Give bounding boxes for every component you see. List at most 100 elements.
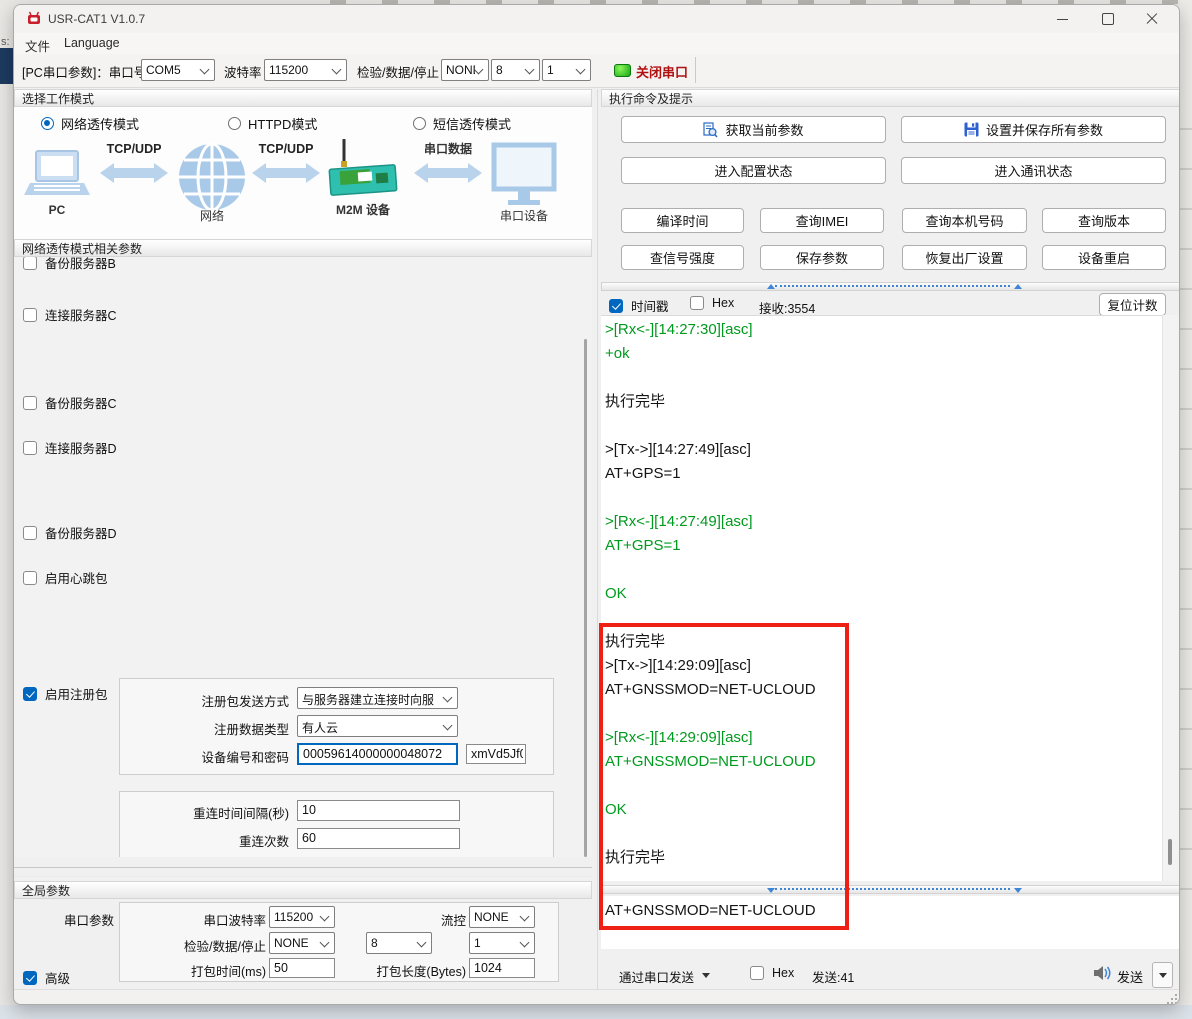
menu-language[interactable]: Language [64, 36, 120, 50]
checkbox-label: Hex [712, 296, 734, 310]
log-line: >[Rx<-][14:27:49][asc] [605, 510, 816, 534]
checkbox-label: 启用注册包 [45, 684, 108, 703]
log-scrollbar-track[interactable] [1162, 315, 1179, 881]
com-port-select[interactable]: COM5 [141, 59, 215, 81]
reconnect-interval-input[interactable]: 10 [297, 800, 460, 821]
checkbox-label: 备份服务器C [45, 393, 117, 412]
pack-time-value: 50 [274, 961, 288, 975]
device-id-input[interactable]: 00059614000000048072 [297, 743, 458, 765]
stopbits-value: 1 [547, 63, 575, 77]
serial-params-label: 串口参数 [34, 910, 114, 929]
send-via-dropdown[interactable]: 通过串口发送 [619, 967, 694, 986]
splitter-handle[interactable] [775, 285, 1010, 290]
baud-label: 波特率 [224, 62, 262, 81]
enter-config-button[interactable]: 进入配置状态 [621, 157, 886, 184]
parity-value: NONE [446, 63, 475, 77]
checkbox-enable-register-packet[interactable]: 启用注册包 [23, 684, 108, 703]
query-version-button[interactable]: 查询版本 [1042, 208, 1166, 233]
global-baud-select[interactable]: 115200 [269, 906, 335, 928]
global-baud-value: 115200 [274, 910, 316, 924]
query-number-button[interactable]: 查询本机号码 [902, 208, 1027, 233]
register-data-type-select[interactable]: 有人云 [297, 715, 458, 737]
checkbox-log-hex[interactable]: Hex [690, 296, 734, 310]
enter-comm-button[interactable]: 进入通讯状态 [901, 157, 1166, 184]
menu-file[interactable]: 文件 [25, 36, 50, 55]
chevron-down-icon [520, 938, 530, 948]
register-send-mode-select[interactable]: 与服务器建立连接时向服 [297, 687, 458, 709]
close-button[interactable] [1131, 5, 1173, 33]
statusbar [14, 989, 1180, 1005]
serial-device-monitor-icon [494, 145, 554, 205]
button-label: 获取当前参数 [725, 120, 803, 139]
checkbox-label: 备份服务器B [45, 257, 116, 272]
databits-select[interactable]: 8 [491, 59, 540, 81]
checkbox-backup-server-c[interactable]: 备份服务器C [23, 393, 117, 412]
device-reboot-button[interactable]: 设备重启 [1042, 245, 1166, 270]
maximize-button[interactable] [1087, 5, 1129, 33]
stopbits-select[interactable]: 1 [542, 59, 591, 81]
global-databits-select[interactable]: 8 [366, 932, 432, 954]
window-title: USR-CAT1 V1.0.7 [48, 12, 145, 26]
parity-select[interactable]: NONE [441, 59, 489, 81]
caret-down-icon[interactable] [702, 973, 710, 978]
chevron-down-icon [320, 912, 330, 922]
checkbox-timestamp[interactable]: 时间戳 [609, 296, 669, 315]
radio-sms-mode[interactable]: 短信透传模式 [413, 114, 511, 133]
background-window-fragment [0, 48, 13, 84]
compile-time-button[interactable]: 编译时间 [621, 208, 744, 233]
radio-label: HTTPD模式 [248, 114, 317, 133]
close-serial-button[interactable]: 关闭串口 [636, 62, 688, 81]
pack-time-input[interactable]: 50 [269, 958, 335, 978]
log-splitter[interactable] [601, 282, 1180, 291]
radio-httpd-mode[interactable]: HTTPD模式 [228, 114, 317, 133]
global-parity-select[interactable]: NONE [269, 932, 335, 954]
send-mode-label: 注册包发送方式 [124, 691, 289, 710]
global-stopbits-select[interactable]: 1 [469, 932, 535, 954]
global-stopbits-value: 1 [474, 936, 516, 950]
global-params-header: 全局参数 [14, 881, 592, 899]
radio-selected-icon [41, 117, 54, 130]
log-line: >[Rx<-][14:27:30][asc] [605, 318, 816, 342]
checkbox-send-hex[interactable]: Hex [750, 966, 794, 980]
set-save-params-button[interactable]: 设置并保存所有参数 [901, 116, 1166, 143]
get-params-button[interactable]: 获取当前参数 [621, 116, 886, 143]
minimize-icon [1057, 19, 1068, 20]
mode-diagram: PC TCP/UDP 网络 TCP/UDP [22, 137, 584, 237]
global-databits-value: 8 [371, 936, 413, 950]
device-password-input[interactable]: xmVd5Jf0 [466, 744, 526, 764]
svg-text:M2M 设备: M2M 设备 [336, 202, 391, 217]
log-scrollbar-thumb[interactable] [1168, 839, 1172, 865]
left-panel-scrollbar[interactable] [584, 339, 587, 857]
button-label: 复位计数 [1107, 295, 1157, 314]
factory-reset-button[interactable]: 恢复出厂设置 [902, 245, 1027, 270]
checkbox-connect-server-d[interactable]: 连接服务器D [23, 438, 117, 457]
checkbox-label: 启用心跳包 [45, 568, 108, 587]
query-signal-button[interactable]: 查信号强度 [621, 245, 744, 270]
reset-count-button[interactable]: 复位计数 [1099, 293, 1166, 316]
titlebar: USR-CAT1 V1.0.7 [14, 5, 1179, 33]
checkbox-heartbeat[interactable]: 启用心跳包 [23, 568, 108, 587]
checkbox-backup-server-d[interactable]: 备份服务器D [23, 523, 117, 542]
device-id-value: 00059614000000048072 [303, 747, 453, 761]
minimize-button[interactable] [1041, 5, 1083, 33]
flow-control-select[interactable]: NONE [469, 906, 535, 928]
button-label: 保存参数 [796, 248, 848, 267]
chevron-down-icon [525, 65, 535, 75]
send-button[interactable]: 发送 [1117, 967, 1143, 986]
chevron-down-icon [443, 693, 453, 703]
save-params-button[interactable]: 保存参数 [760, 245, 884, 270]
checkbox-backup-server-b[interactable]: 备份服务器B [23, 257, 116, 272]
query-imei-button[interactable]: 查询IMEI [760, 208, 884, 233]
resize-grip[interactable] [1167, 994, 1177, 1004]
reconnect-count-input[interactable]: 60 [297, 828, 460, 849]
checkbox-advanced[interactable]: 高级 [23, 968, 70, 987]
baud-select[interactable]: 115200 [264, 59, 347, 81]
button-label: 查信号强度 [650, 248, 715, 267]
left-panel-splitter[interactable] [14, 867, 592, 877]
pack-len-input[interactable]: 1024 [469, 958, 535, 978]
svg-text:串口设备: 串口设备 [500, 209, 548, 223]
chevron-down-icon [576, 65, 586, 75]
send-options-button[interactable] [1152, 962, 1173, 988]
checkbox-connect-server-c[interactable]: 连接服务器C [23, 305, 117, 324]
radio-net-transparent-mode[interactable]: 网络透传模式 [41, 114, 139, 133]
